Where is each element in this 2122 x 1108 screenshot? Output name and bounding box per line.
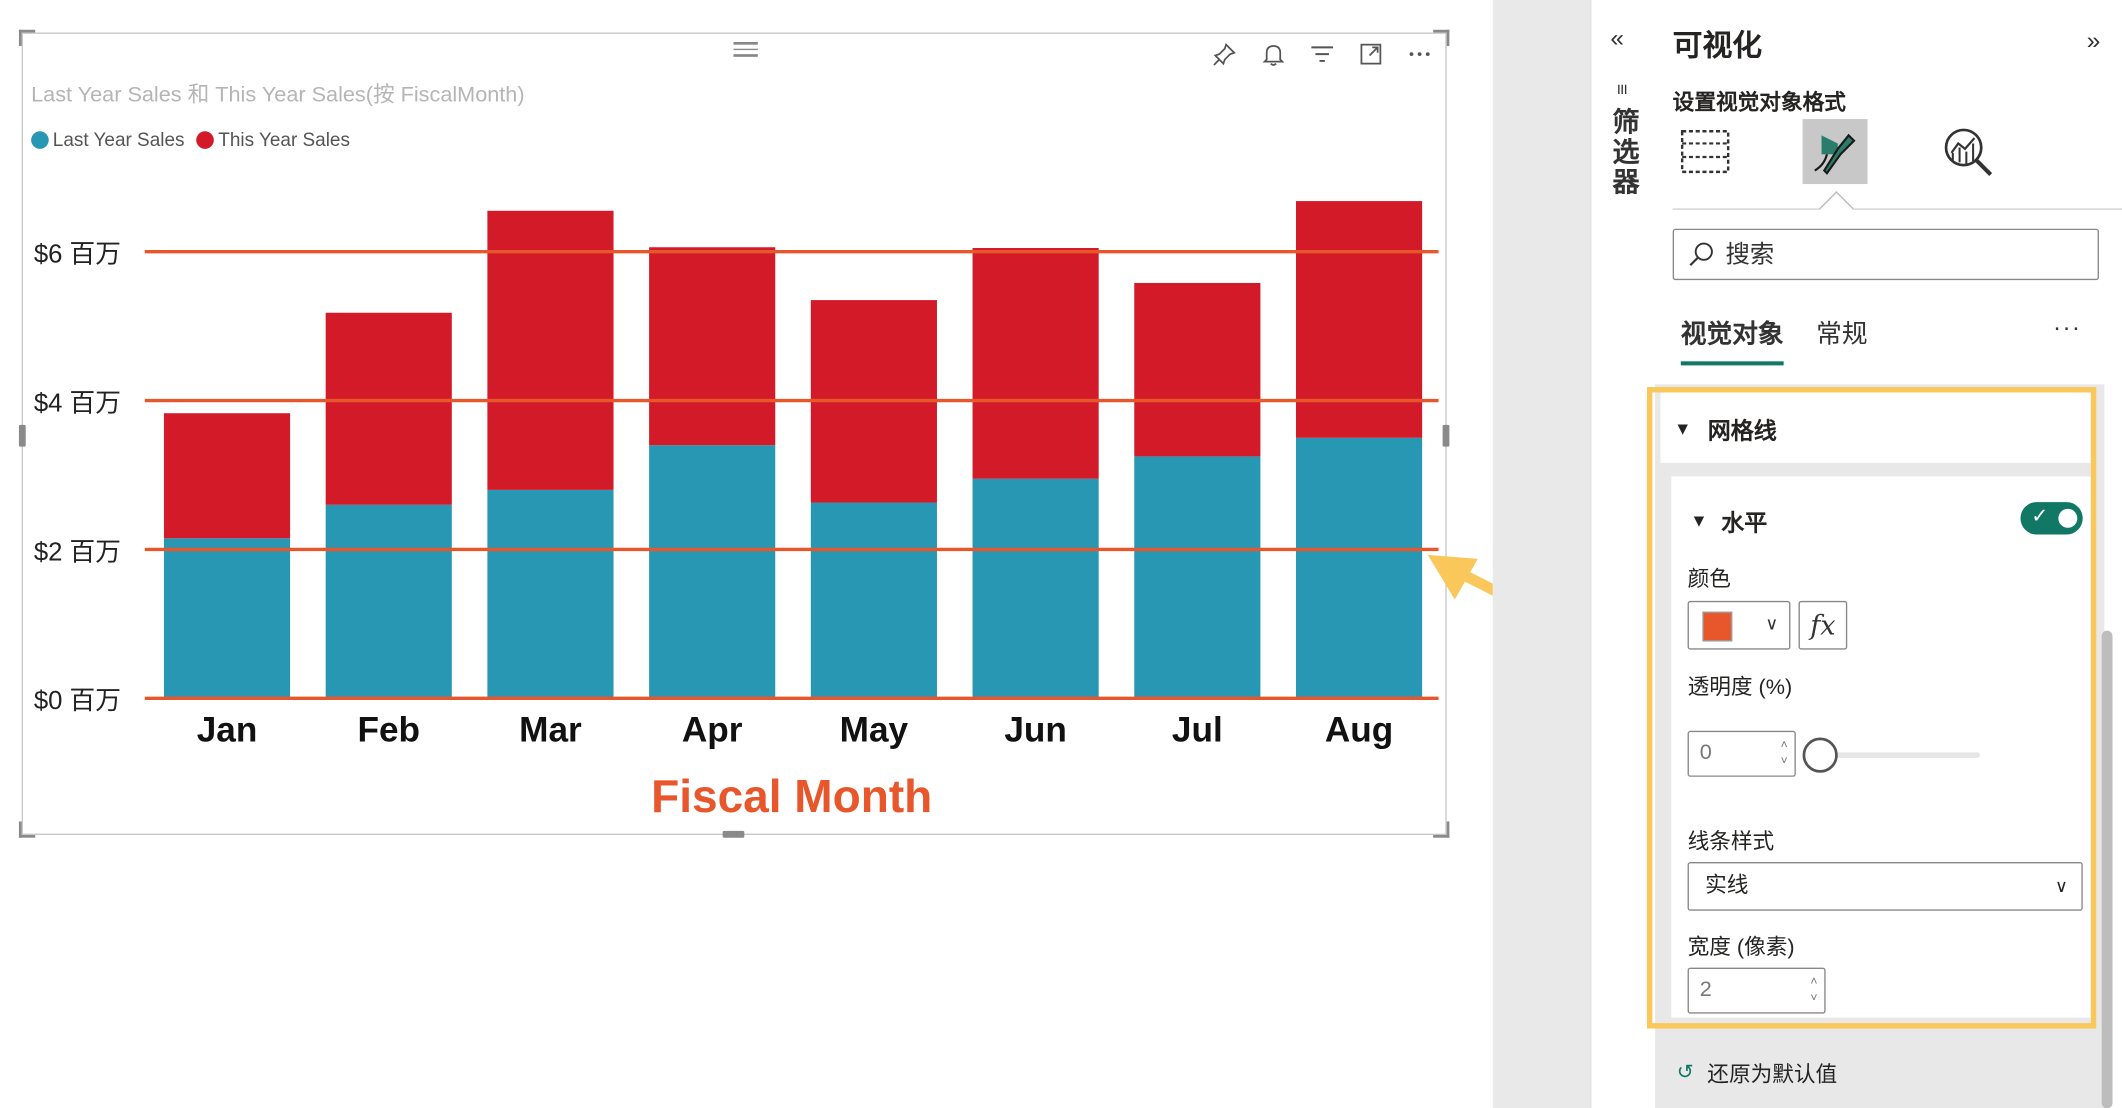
filter-pane-title: 筛选器 [1607, 107, 1638, 198]
x-axis-title: Fiscal Month [651, 770, 932, 822]
bar-this-year-aug [1295, 201, 1423, 438]
canvas-gutter [1492, 0, 1591, 1108]
collapse-filters-icon[interactable]: « [1610, 24, 1624, 52]
bar-last-year-aug [1295, 437, 1423, 699]
bar-last-year-jul [1134, 456, 1261, 699]
format-visual-icon[interactable] [1802, 119, 1868, 185]
pane-scrollbar[interactable] [2101, 630, 2113, 1108]
x-tick-label: Jun [1004, 711, 1067, 750]
bar-last-year-jun [972, 478, 1099, 699]
search-box[interactable] [1672, 228, 2099, 281]
chart-plot-area: Jan Feb Mar Apr May Jun Jul Aug $0 百万 $2 百万 $4 百万 $… [34, 201, 1439, 822]
more-options-icon[interactable]: ··· [2053, 314, 2081, 342]
bar-last-year-jan [163, 538, 291, 699]
bar-last-year-mar [487, 489, 614, 699]
visualizations-pane: 可视化 » 设置视觉对象格式 视觉对象 常规 ··· ▼ [1646, 0, 2122, 1108]
pane-mode-icons [1672, 119, 2122, 226]
bar-this-year-jan [163, 413, 291, 539]
x-tick-label: Aug [1325, 711, 1393, 750]
search-input[interactable] [1725, 240, 2078, 269]
bar-this-year-jul [1134, 282, 1261, 457]
reset-to-default[interactable]: ↺ 还原为默认值 [1677, 1056, 1837, 1088]
filter-pane-label[interactable]: ≡ 筛选器 [1608, 84, 1643, 197]
y-tick-label: $6 百万 [34, 241, 121, 269]
search-icon [1689, 242, 1713, 267]
stacked-column-chart-visual[interactable]: Last Year Sales 和 This Year Sales(按 Fisc… [18, 29, 1450, 838]
bar-this-year-jun [972, 247, 1099, 479]
tab-visual[interactable]: 视觉对象 [1680, 314, 1784, 366]
y-tick-label: $0 百万 [34, 687, 121, 715]
bar-this-year-apr [649, 247, 776, 446]
expand-pane-icon[interactable]: » [2087, 27, 2101, 55]
reset-label: 还原为默认值 [1707, 1063, 1838, 1087]
y-tick-label: $4 百万 [34, 389, 121, 417]
x-tick-label: Feb [357, 711, 420, 750]
bar-last-year-feb [325, 504, 452, 699]
bar-last-year-apr [649, 445, 776, 699]
y-tick-label: $2 百万 [34, 538, 121, 566]
bar-this-year-feb [325, 312, 452, 505]
filter-lines-icon: ≡ [1611, 83, 1634, 98]
pane-subtitle: 设置视觉对象格式 [1672, 92, 1846, 116]
gridlines-highlight-box [1646, 387, 2097, 1029]
bar-last-year-may [810, 502, 937, 699]
format-tabs: 视觉对象 常规 [1680, 314, 1868, 366]
build-visual-icon[interactable] [1673, 119, 1738, 184]
x-tick-label: Apr [682, 711, 743, 750]
analytics-icon[interactable] [1935, 119, 2000, 184]
reset-icon: ↺ [1676, 1060, 1694, 1084]
pane-title: 可视化 [1672, 28, 1763, 63]
tab-general[interactable]: 常规 [1816, 314, 1867, 365]
x-tick-label: Jul [1172, 711, 1223, 750]
report-canvas: Last Year Sales 和 This Year Sales(按 Fisc… [0, 0, 1638, 1108]
x-tick-label: Mar [519, 711, 582, 750]
filter-pane-collapsed[interactable]: « ≡ 筛选器 [1590, 0, 1656, 1108]
x-tick-label: May [840, 711, 909, 750]
x-tick-label: Jan [197, 711, 258, 750]
icon-row-divider [1672, 208, 2122, 210]
active-mode-caret [1819, 191, 1854, 226]
